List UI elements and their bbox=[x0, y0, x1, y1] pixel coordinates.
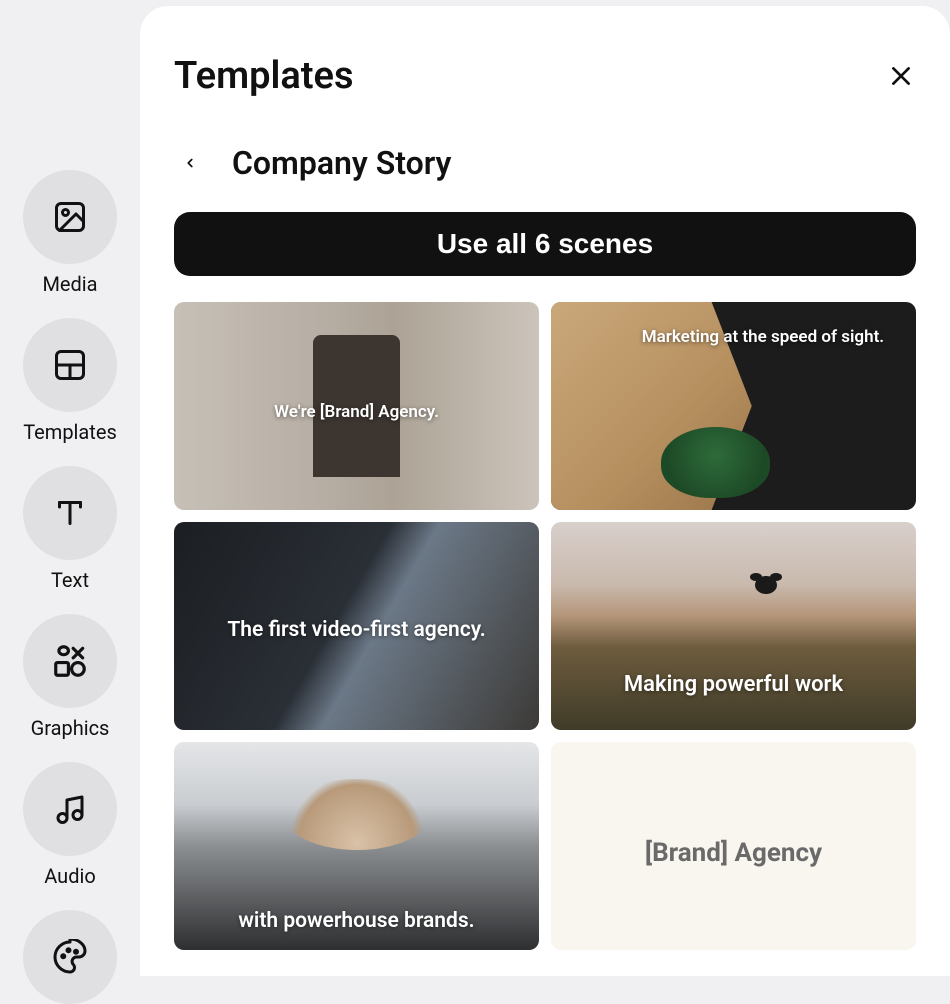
category-title: Company Story bbox=[232, 144, 451, 182]
scene-caption: with powerhouse brands. bbox=[174, 909, 539, 933]
sidebar-item-media[interactable]: Media bbox=[23, 170, 117, 296]
templates-icon bbox=[52, 347, 88, 383]
graphics-icon-wrap bbox=[23, 614, 117, 708]
styles-icon-wrap bbox=[23, 910, 117, 1004]
sidebar-item-audio[interactable]: Audio bbox=[23, 762, 117, 888]
scenes-grid: We're [Brand] Agency. Marketing at the s… bbox=[174, 302, 916, 950]
sub-header: Company Story bbox=[174, 144, 916, 182]
templates-icon-wrap bbox=[23, 318, 117, 412]
scene-caption: Marketing at the speed of sight. bbox=[632, 327, 894, 347]
sidebar-label-graphics: Graphics bbox=[31, 716, 110, 740]
use-all-scenes-button[interactable]: Use all 6 scenes bbox=[174, 212, 916, 276]
graphics-icon bbox=[51, 642, 89, 680]
media-icon bbox=[52, 199, 88, 235]
text-icon-wrap bbox=[23, 466, 117, 560]
panel-header: Templates bbox=[174, 54, 916, 98]
chevron-left-icon bbox=[183, 153, 197, 173]
templates-panel: Templates Company Story Use all 6 scenes… bbox=[140, 6, 950, 976]
scene-thumbnail[interactable]: with powerhouse brands. bbox=[174, 742, 539, 950]
scene-thumbnail[interactable]: We're [Brand] Agency. bbox=[174, 302, 539, 510]
close-button[interactable] bbox=[886, 61, 916, 91]
panel-title: Templates bbox=[174, 54, 353, 98]
scene-caption: [Brand] Agency bbox=[551, 838, 916, 868]
sidebar-label-media: Media bbox=[42, 272, 97, 296]
media-icon-wrap bbox=[23, 170, 117, 264]
sidebar-item-text[interactable]: Text bbox=[23, 466, 117, 592]
scene-caption: The first video-first agency. bbox=[174, 618, 539, 642]
audio-icon-wrap bbox=[23, 762, 117, 856]
scene-thumbnail[interactable]: Making powerful work bbox=[551, 522, 916, 730]
sidebar-label-text: Text bbox=[51, 568, 89, 592]
scene-thumbnail[interactable]: Marketing at the speed of sight. bbox=[551, 302, 916, 510]
scene-caption: We're [Brand] Agency. bbox=[174, 402, 539, 422]
sidebar-label-templates: Templates bbox=[23, 420, 117, 444]
back-button[interactable] bbox=[174, 147, 206, 179]
text-icon bbox=[52, 495, 88, 531]
audio-icon bbox=[52, 791, 88, 827]
sidebar-label-audio: Audio bbox=[44, 864, 96, 888]
scene-thumbnail[interactable]: The first video-first agency. bbox=[174, 522, 539, 730]
palette-icon bbox=[52, 939, 88, 975]
sidebar: Media Templates Text bbox=[0, 0, 140, 976]
sidebar-item-graphics[interactable]: Graphics bbox=[23, 614, 117, 740]
scene-thumbnail[interactable]: [Brand] Agency bbox=[551, 742, 916, 950]
sidebar-item-templates[interactable]: Templates bbox=[23, 318, 117, 444]
sidebar-item-styles[interactable] bbox=[23, 910, 117, 1004]
close-icon bbox=[888, 63, 914, 89]
scene-caption: Making powerful work bbox=[551, 672, 916, 697]
